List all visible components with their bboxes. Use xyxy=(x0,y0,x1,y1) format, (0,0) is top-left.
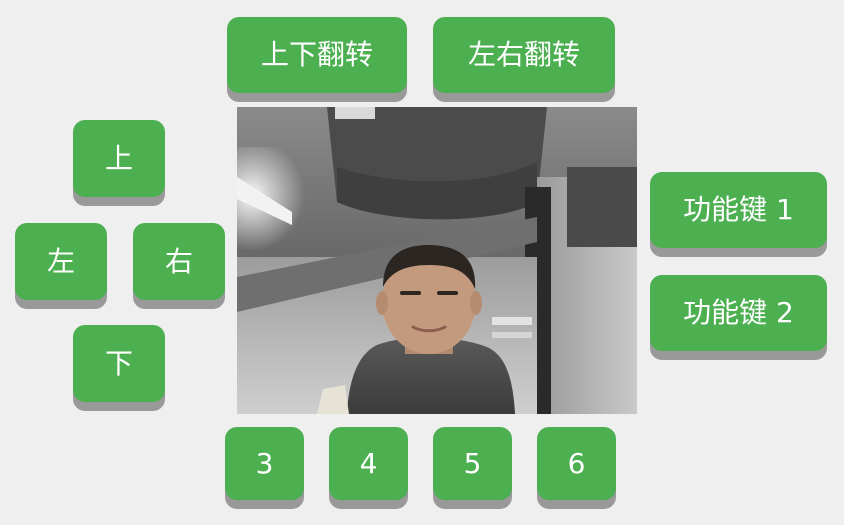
down-label: 下 xyxy=(104,346,133,380)
flip-horizontal-label: 左右翻转 xyxy=(467,38,580,71)
flip-vertical-button[interactable]: 上下翻转 xyxy=(227,17,407,93)
right-label: 右 xyxy=(164,244,193,278)
right-button[interactable]: 右 xyxy=(133,223,225,300)
key-5-label: 5 xyxy=(463,446,482,480)
up-button[interactable]: 上 xyxy=(73,120,165,197)
key-3-label: 3 xyxy=(255,446,274,480)
down-button[interactable]: 下 xyxy=(73,325,165,402)
key-3-button[interactable]: 3 xyxy=(225,427,304,500)
function-key-2-label: 功能键 2 xyxy=(683,296,794,329)
left-label: 左 xyxy=(46,244,75,278)
key-6-button[interactable]: 6 xyxy=(537,427,616,500)
key-5-button[interactable]: 5 xyxy=(433,427,512,500)
function-key-2-button[interactable]: 功能键 2 xyxy=(650,275,827,351)
function-key-1-button[interactable]: 功能键 1 xyxy=(650,172,827,248)
camera-feed-image xyxy=(237,107,637,414)
key-4-button[interactable]: 4 xyxy=(329,427,408,500)
flip-horizontal-button[interactable]: 左右翻转 xyxy=(433,17,615,93)
left-button[interactable]: 左 xyxy=(15,223,107,300)
function-key-1-label: 功能键 1 xyxy=(683,193,794,226)
camera-feed xyxy=(237,107,637,414)
key-4-label: 4 xyxy=(359,446,378,480)
key-6-label: 6 xyxy=(567,446,586,480)
flip-vertical-label: 上下翻转 xyxy=(260,38,373,71)
up-label: 上 xyxy=(104,141,133,175)
